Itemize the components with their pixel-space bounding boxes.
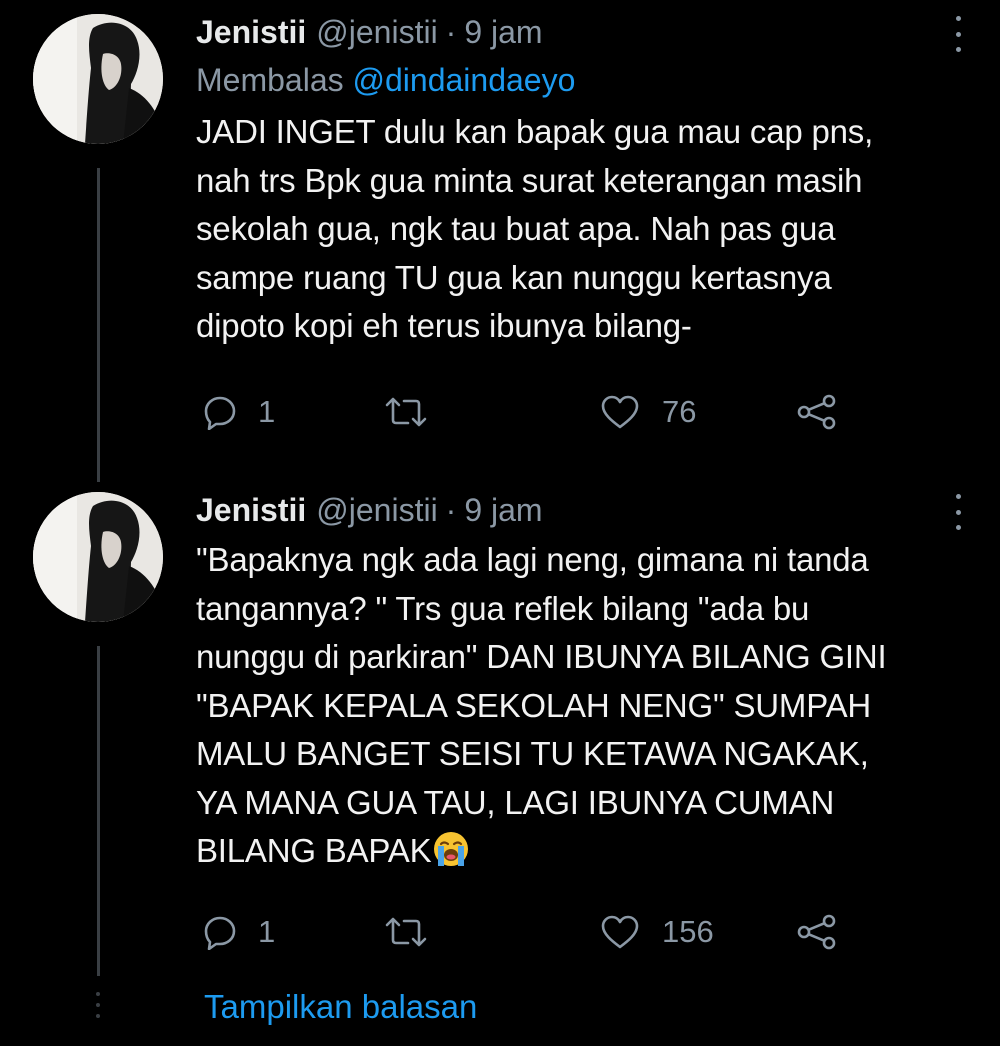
- share-button[interactable]: [796, 388, 838, 436]
- reply-count: 1: [258, 914, 276, 949]
- thread-line-upper: [97, 168, 100, 482]
- retweet-icon: [385, 397, 427, 427]
- display-name[interactable]: Jenistii: [196, 14, 306, 51]
- avatar[interactable]: [33, 492, 163, 622]
- user-handle[interactable]: @jenistii: [316, 14, 437, 51]
- separator: ·: [445, 491, 457, 528]
- show-replies-link[interactable]: Tampilkan balasan: [204, 988, 477, 1026]
- reply-mention-link[interactable]: @dindaindaeyo: [353, 62, 576, 98]
- share-button[interactable]: [796, 908, 838, 956]
- reply-button[interactable]: 1: [202, 388, 275, 436]
- user-handle[interactable]: @jenistii: [316, 492, 437, 529]
- like-icon: [601, 915, 639, 949]
- tweet-actions: 1 76: [196, 388, 856, 436]
- like-button[interactable]: 76: [600, 388, 696, 436]
- thread-line-lower: [97, 646, 100, 976]
- display-name[interactable]: Jenistii: [196, 492, 306, 529]
- reply-icon: [204, 916, 236, 950]
- more-options-icon[interactable]: [950, 494, 966, 530]
- reply-icon: [204, 396, 236, 430]
- separator: ·: [445, 13, 457, 50]
- like-button[interactable]: 156: [600, 908, 714, 956]
- avatar[interactable]: [33, 14, 163, 144]
- tweet-actions: 1 156: [196, 908, 856, 956]
- tweet-header: Jenistii @jenistii · 9 jam: [196, 490, 970, 530]
- timestamp[interactable]: 9 jam: [464, 14, 542, 51]
- retweet-button[interactable]: [384, 908, 428, 956]
- more-options-icon[interactable]: [950, 16, 966, 52]
- tweet-text-body: "Bapaknya ngk ada lagi neng, gimana ni t…: [196, 541, 887, 869]
- share-icon: [797, 914, 836, 950]
- reply-context: Membalas @dindaindaeyo: [196, 60, 970, 100]
- reply-count: 1: [258, 394, 276, 429]
- thread-gap-dots: [94, 992, 102, 1018]
- like-icon: [601, 395, 639, 429]
- tweet-text: JADI INGET dulu kan bapak gua mau cap pn…: [196, 113, 874, 344]
- reply-button[interactable]: 1: [202, 908, 275, 956]
- tweet-header: Jenistii @jenistii · 9 jam: [196, 12, 970, 52]
- retweet-icon: [385, 917, 427, 947]
- loudly-crying-face-icon: [434, 832, 469, 866]
- retweet-button[interactable]: [384, 388, 428, 436]
- share-icon: [797, 394, 836, 430]
- like-count: 76: [662, 394, 697, 429]
- reply-prefix: Membalas: [196, 62, 344, 98]
- like-count: 156: [662, 914, 714, 949]
- timestamp[interactable]: 9 jam: [464, 492, 542, 529]
- tweet-text: "Bapaknya ngk ada lagi neng, gimana ni t…: [196, 536, 970, 876]
